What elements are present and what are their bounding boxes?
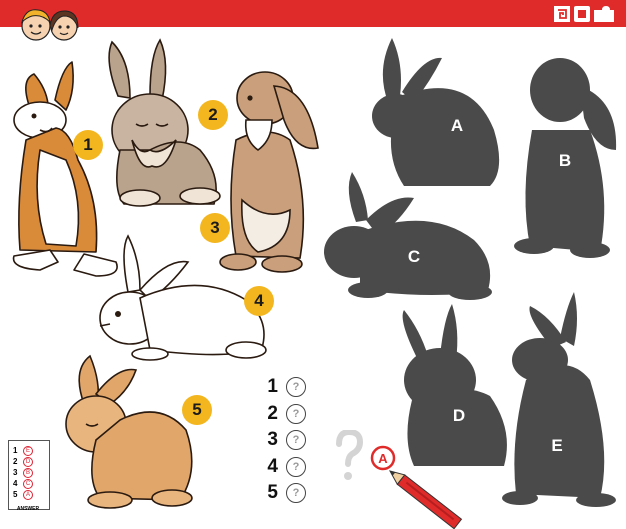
shadows-group — [324, 38, 617, 507]
answer-row-5: 5 ? — [266, 480, 326, 507]
rabbit-1[interactable] — [12, 61, 118, 277]
shadow-letter-e: E — [551, 436, 563, 455]
answer-row-1: 1 ? — [266, 374, 326, 401]
key-row-5: 5A — [9, 489, 49, 500]
answer-circle[interactable]: ? — [286, 377, 306, 398]
shadow-e[interactable] — [502, 292, 616, 507]
badge-rabbit-2: 2 — [198, 100, 228, 130]
answer-key-title: ANSWER — [16, 506, 40, 512]
answer-number: 2 — [267, 402, 278, 424]
question-mark-icon — [336, 430, 363, 480]
key-number: 2 — [13, 457, 18, 466]
key-number: 4 — [13, 479, 18, 488]
key-letter: B — [23, 467, 33, 478]
badge-rabbit-3: 3 — [200, 213, 230, 243]
answer-number: 1 — [267, 376, 278, 398]
key-row-4: 4C — [9, 478, 49, 489]
key-number: 5 — [13, 490, 18, 499]
answer-circle[interactable]: ? — [286, 456, 306, 477]
pencil-example-icon: A — [370, 445, 463, 529]
badge-rabbit-5: 5 — [182, 395, 212, 425]
key-row-1: 1E — [9, 445, 49, 456]
key-letter: A — [23, 489, 33, 500]
answer-row-3: 3 ? — [266, 427, 326, 454]
rabbit-3[interactable] — [219, 71, 319, 273]
example-letter: A — [378, 451, 388, 466]
shadow-a[interactable] — [372, 38, 500, 186]
badge-rabbit-4: 4 — [244, 286, 274, 316]
key-number: 1 — [13, 446, 18, 455]
answer-circle[interactable]: ? — [286, 430, 306, 451]
answer-circle[interactable]: ? — [286, 483, 306, 504]
key-letter: C — [23, 478, 33, 489]
answer-row-2: 2 ? — [266, 401, 326, 428]
answer-number: 3 — [267, 429, 278, 451]
shadow-letter-c: C — [407, 247, 421, 266]
answer-number: 5 — [267, 482, 278, 504]
key-number: 3 — [13, 468, 18, 477]
shadow-letter-b: B — [558, 151, 572, 170]
key-row-3: 3B — [9, 467, 49, 478]
shadow-d[interactable] — [402, 304, 507, 466]
shadow-letter-d: D — [452, 406, 466, 425]
answer-key: 1E 2D 3B 4C 5A — [8, 440, 50, 510]
shadow-letter-a: A — [450, 116, 464, 135]
key-letter: D — [23, 456, 33, 467]
shadow-c[interactable] — [324, 172, 492, 300]
key-letter: E — [23, 445, 33, 456]
answer-circle[interactable]: ? — [286, 403, 306, 424]
answer-row-4: 4 ? — [266, 454, 326, 481]
answer-number: 4 — [267, 455, 278, 477]
answer-sheet: 1 ? 2 ? 3 ? 4 ? 5 ? — [266, 374, 326, 507]
key-row-2: 2D — [9, 456, 49, 467]
badge-rabbit-1: 1 — [73, 130, 103, 160]
rabbit-5[interactable] — [65, 354, 193, 509]
